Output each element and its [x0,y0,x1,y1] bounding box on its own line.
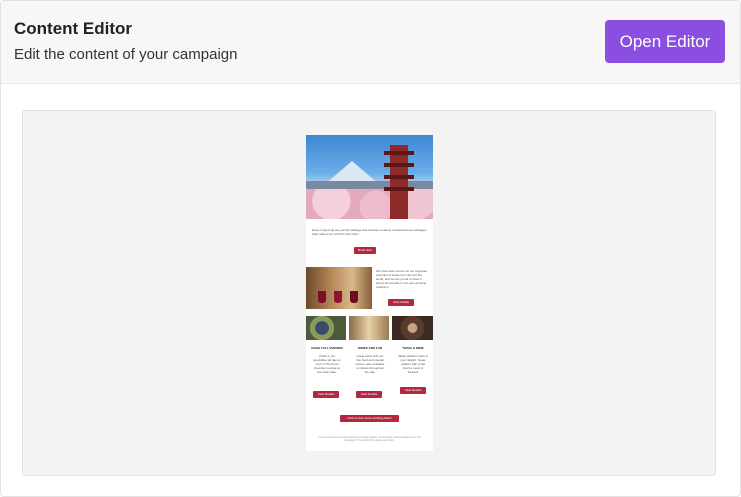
pagoda-shape [384,145,414,219]
cherry-blossoms-shape [306,189,433,219]
column-2-text: Great value with our fine food and speci… [355,354,385,374]
intro-text: Enjoy it day-long any-period package tha… [312,228,428,236]
book-now-button[interactable]: Book Now [354,247,376,254]
column-3-button[interactable]: View Details [400,387,426,394]
open-editor-button[interactable]: Open Editor [605,20,725,63]
column-2-button[interactable]: View Details [356,391,382,398]
wines-image [349,316,389,340]
pagoda-roof [384,187,414,191]
wine-glasses-image [306,267,372,309]
page-subtitle: Edit the content of your campaign [14,46,238,63]
email-preview[interactable]: Enjoy it day-long any-period package tha… [306,135,433,451]
content-editor-header: Content Editor Edit the content of your … [1,1,740,84]
wine-glass-shape [334,291,342,303]
pagoda-roof [384,163,414,167]
page-title: Content Editor [14,19,133,38]
hero-image [306,135,433,219]
tapas-image [392,316,433,340]
wine-text: We have been known for our exquisite sel… [376,269,427,289]
column-3-title: TAPAS & WINE [402,346,424,350]
column-1-title: SUSHI FULL EVENING [311,346,343,350]
sushi-image [306,316,346,340]
email-footer-text: You received this message because you ha… [318,436,421,442]
view-more-offers-button[interactable]: Click to view more exciting offers! [340,415,399,422]
column-1-text: Chefs in our specialties all day on your… [313,354,341,374]
column-2-title: WINES AND FUN [357,346,383,350]
view-details-button[interactable]: View details [388,299,414,306]
email-preview-canvas: Enjoy it day-long any-period package tha… [22,110,716,476]
column-1-button[interactable]: View Details [313,391,339,398]
column-3-text: Tapas platters! Here is your delight. Ta… [398,354,428,374]
wine-glass-shape [350,291,358,303]
pagoda-roof [384,151,414,155]
wine-glass-shape [318,291,326,303]
pagoda-roof [384,175,414,179]
